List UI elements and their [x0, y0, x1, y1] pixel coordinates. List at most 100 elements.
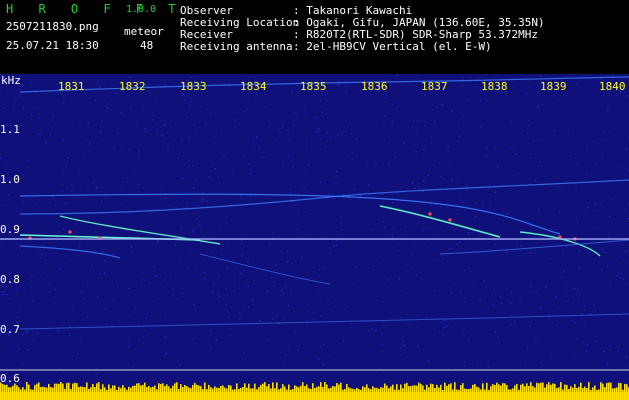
noise-dot [79, 168, 81, 170]
level-bar [346, 384, 348, 400]
noise-dot [466, 185, 468, 187]
noise-dot [308, 164, 310, 166]
level-bar [114, 385, 116, 400]
noise-dot [202, 198, 204, 200]
noise-dot [367, 266, 369, 268]
noise-dot [4, 290, 6, 293]
noise-dot [366, 165, 368, 167]
noise-dot [313, 117, 315, 119]
level-bar [182, 387, 184, 400]
noise-dot [8, 194, 10, 196]
noise-dot [613, 127, 615, 129]
level-bar [480, 389, 482, 400]
level-bar [306, 384, 308, 400]
noise-dot [345, 92, 347, 94]
noise-dot [556, 295, 558, 297]
noise-dot [578, 250, 580, 252]
noise-dot [162, 134, 164, 136]
noise-dot [66, 226, 68, 228]
noise-dot [49, 282, 51, 285]
noise-dot [226, 222, 228, 224]
noise-dot [573, 355, 575, 357]
noise-dot [321, 94, 323, 96]
level-bar [70, 389, 72, 400]
noise-dot [456, 317, 458, 319]
level-bar [566, 384, 568, 400]
noise-dot [470, 328, 472, 330]
noise-dot [276, 314, 278, 316]
spectrogram-plot [0, 74, 629, 400]
level-bar [222, 385, 224, 400]
noise-dot [307, 310, 309, 312]
noise-dot [510, 147, 512, 149]
noise-dot [610, 345, 612, 347]
noise-dot [269, 243, 271, 245]
level-bar [452, 389, 454, 400]
noise-dot [80, 141, 82, 144]
noise-dot [275, 264, 277, 266]
level-bar [102, 384, 104, 400]
noise-dot [141, 281, 143, 283]
noise-dot [239, 318, 241, 320]
noise-dot [187, 198, 189, 200]
noise-dot [96, 186, 98, 188]
noise-dot [571, 320, 573, 322]
level-bar [20, 389, 22, 400]
noise-dot [505, 177, 507, 179]
noise-dot [136, 120, 138, 122]
noise-dot [515, 153, 517, 155]
noise-dot [592, 141, 595, 143]
noise-dot [511, 314, 513, 316]
noise-dot [87, 125, 89, 127]
noise-dot [293, 112, 295, 114]
level-bar [490, 386, 492, 400]
noise-dot [27, 159, 29, 161]
level-bar [162, 383, 164, 400]
noise-dot [603, 302, 605, 304]
noise-dot [31, 300, 33, 302]
level-bar [548, 382, 550, 400]
noise-dot [187, 268, 189, 270]
noise-dot [130, 106, 132, 108]
noise-dot [101, 201, 103, 203]
level-bar [576, 388, 578, 400]
level-bar [280, 388, 282, 400]
noise-dot [1, 290, 3, 293]
noise-dot [341, 229, 343, 231]
noise-dot [605, 252, 607, 254]
noise-dot [326, 132, 328, 134]
noise-dot [13, 108, 15, 110]
noise-dot [86, 316, 88, 318]
noise-dot [253, 168, 255, 170]
noise-dot [333, 199, 335, 201]
noise-dot [375, 120, 377, 122]
noise-dot [307, 303, 309, 305]
level-bar [4, 385, 6, 400]
noise-dot [436, 106, 438, 108]
noise-dot [264, 106, 267, 108]
level-bar [176, 382, 178, 400]
noise-dot [382, 221, 384, 223]
noise-dot [485, 155, 487, 157]
noise-dot [128, 338, 130, 340]
noise-dot [120, 204, 122, 206]
noise-dot [320, 346, 322, 348]
noise-dot [31, 287, 33, 289]
noise-dot [95, 99, 97, 102]
level-bar [616, 387, 618, 400]
level-bar [164, 386, 166, 400]
level-bar [476, 386, 478, 400]
level-bar [460, 385, 462, 400]
level-bar [390, 386, 392, 400]
noise-dot [188, 159, 190, 162]
level-bar [122, 385, 124, 400]
level-bar [500, 385, 502, 400]
noise-dot [301, 236, 303, 238]
noise-dot [243, 155, 245, 157]
noise-dot [541, 139, 543, 141]
level-bar [170, 388, 172, 400]
noise-dot [247, 285, 249, 288]
noise-dot [526, 93, 528, 95]
level-bar [226, 388, 228, 400]
noise-dot [237, 111, 239, 114]
